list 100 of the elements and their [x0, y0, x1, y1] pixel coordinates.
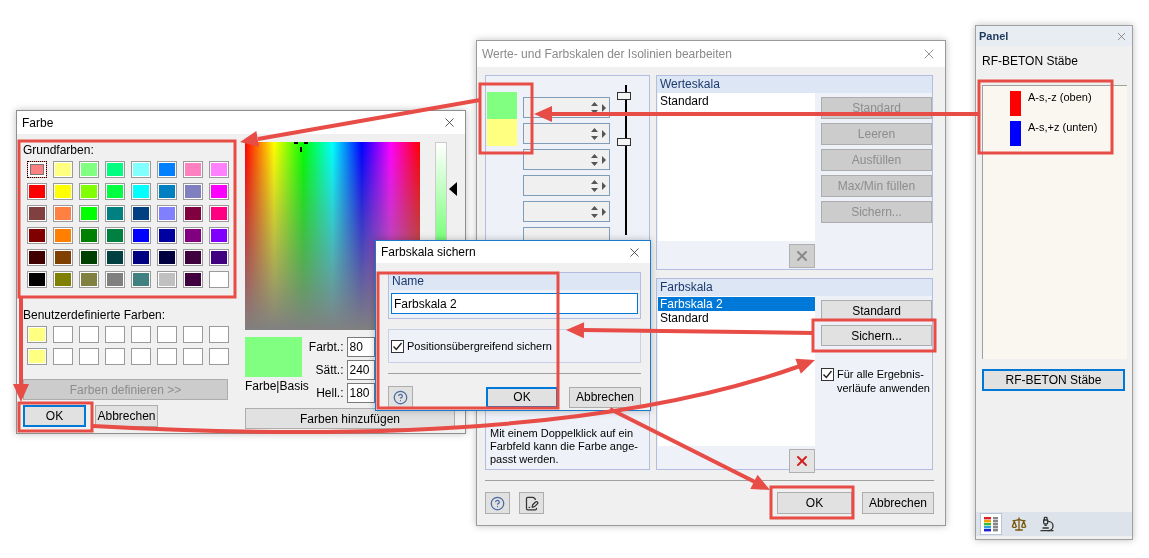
color-swatch[interactable]: [209, 249, 229, 266]
color-swatch[interactable]: [157, 249, 177, 266]
color-swatch[interactable]: [79, 326, 99, 343]
color-swatch[interactable]: [209, 271, 229, 288]
color-swatch[interactable]: [53, 205, 73, 222]
list-item[interactable]: Standard: [658, 311, 815, 325]
color-swatch[interactable]: [131, 271, 151, 288]
color-swatch[interactable]: [27, 348, 47, 365]
color-swatch[interactable]: [157, 161, 177, 178]
scale-color-field[interactable]: [487, 92, 517, 119]
color-swatch[interactable]: [209, 183, 229, 200]
ok-button[interactable]: OK: [777, 492, 852, 514]
color-swatch[interactable]: [131, 161, 151, 178]
spin-field[interactable]: [523, 175, 610, 196]
number-field[interactable]: 180: [346, 383, 375, 403]
field-label: Sätt.:: [315, 363, 344, 377]
list-item[interactable]: Standard: [658, 94, 815, 108]
color-swatch[interactable]: [27, 249, 47, 266]
color-swatch[interactable]: [53, 161, 73, 178]
color-swatch[interactable]: [53, 348, 73, 365]
color-swatch[interactable]: [209, 205, 229, 222]
color-preview: [245, 337, 302, 377]
edit-button[interactable]: [519, 492, 544, 514]
color-swatch[interactable]: [209, 348, 229, 365]
color-swatch[interactable]: [105, 161, 125, 178]
color-swatch[interactable]: [183, 161, 203, 178]
spin-field[interactable]: [523, 149, 610, 170]
list-item[interactable]: Farbskala 2: [658, 297, 815, 311]
spin-field[interactable]: [523, 123, 610, 144]
color-swatch[interactable]: [27, 205, 47, 222]
color-swatch[interactable]: [53, 183, 73, 200]
color-swatch[interactable]: [209, 326, 229, 343]
color-swatch[interactable]: [27, 183, 47, 200]
color-swatch[interactable]: [183, 183, 203, 200]
color-swatch[interactable]: [53, 326, 73, 343]
help-button[interactable]: [485, 492, 510, 514]
checkbox[interactable]: [391, 340, 404, 353]
color-swatch[interactable]: [53, 249, 73, 266]
color-swatch[interactable]: [27, 161, 47, 178]
ok-button[interactable]: OK: [23, 405, 86, 427]
ok-button[interactable]: OK: [486, 386, 558, 408]
color-swatch[interactable]: [183, 348, 203, 365]
results-button[interactable]: RF-BETON Stäbe: [982, 369, 1125, 391]
color-swatch[interactable]: [157, 348, 177, 365]
color-swatch[interactable]: [209, 161, 229, 178]
color-swatch[interactable]: [209, 227, 229, 244]
slider-thumb[interactable]: [617, 92, 631, 100]
color-swatch[interactable]: [79, 271, 99, 288]
color-swatch[interactable]: [131, 348, 151, 365]
color-swatch[interactable]: [157, 183, 177, 200]
color-swatch[interactable]: [157, 326, 177, 343]
color-swatch[interactable]: [183, 227, 203, 244]
color-swatch[interactable]: [131, 227, 151, 244]
delete-button[interactable]: [789, 449, 815, 473]
color-swatch[interactable]: [157, 205, 177, 222]
scale-color-field[interactable]: [487, 119, 517, 146]
color-swatch[interactable]: [183, 326, 203, 343]
color-swatch[interactable]: [53, 271, 73, 288]
name-field[interactable]: Farbskala 2: [391, 293, 638, 314]
color-swatch[interactable]: [105, 326, 125, 343]
color-swatch[interactable]: [183, 271, 203, 288]
color-swatch[interactable]: [105, 348, 125, 365]
color-swatch[interactable]: [79, 161, 99, 178]
color-swatch[interactable]: [79, 348, 99, 365]
color-swatch[interactable]: [183, 205, 203, 222]
color-swatch[interactable]: [131, 183, 151, 200]
color-swatch[interactable]: [27, 326, 47, 343]
scale-button[interactable]: Sichern...: [821, 325, 932, 346]
spin-field[interactable]: [523, 201, 610, 222]
color-swatch[interactable]: [131, 249, 151, 266]
color-swatch[interactable]: [183, 249, 203, 266]
color-swatch[interactable]: [105, 271, 125, 288]
cancel-button[interactable]: Abbrechen: [569, 386, 641, 408]
slider-thumb[interactable]: [617, 138, 631, 146]
checkbox[interactable]: [821, 368, 834, 381]
color-swatch[interactable]: [79, 205, 99, 222]
color-swatch[interactable]: [79, 183, 99, 200]
color-swatch[interactable]: [105, 205, 125, 222]
color-swatch[interactable]: [105, 227, 125, 244]
color-swatch[interactable]: [79, 249, 99, 266]
cancel-button[interactable]: Abbrechen: [862, 492, 934, 514]
help-button[interactable]: [388, 386, 413, 408]
cancel-button[interactable]: Abbrechen: [95, 405, 158, 427]
color-swatch[interactable]: [105, 183, 125, 200]
number-field[interactable]: 240: [346, 360, 375, 380]
color-swatch[interactable]: [79, 227, 99, 244]
color-swatch[interactable]: [53, 227, 73, 244]
panel-tab[interactable]: [980, 513, 1002, 535]
number-field[interactable]: 80: [346, 337, 375, 357]
color-swatch[interactable]: [27, 271, 47, 288]
color-swatch[interactable]: [131, 326, 151, 343]
close-button[interactable]: [442, 115, 457, 130]
color-swatch[interactable]: [157, 227, 177, 244]
panel-title: Name: [389, 273, 640, 290]
color-swatch[interactable]: [131, 205, 151, 222]
delete-icon: [794, 453, 810, 469]
color-swatch[interactable]: [157, 271, 177, 288]
color-swatch[interactable]: [27, 227, 47, 244]
color-swatch[interactable]: [105, 249, 125, 266]
scale-button[interactable]: Standard: [821, 300, 932, 321]
